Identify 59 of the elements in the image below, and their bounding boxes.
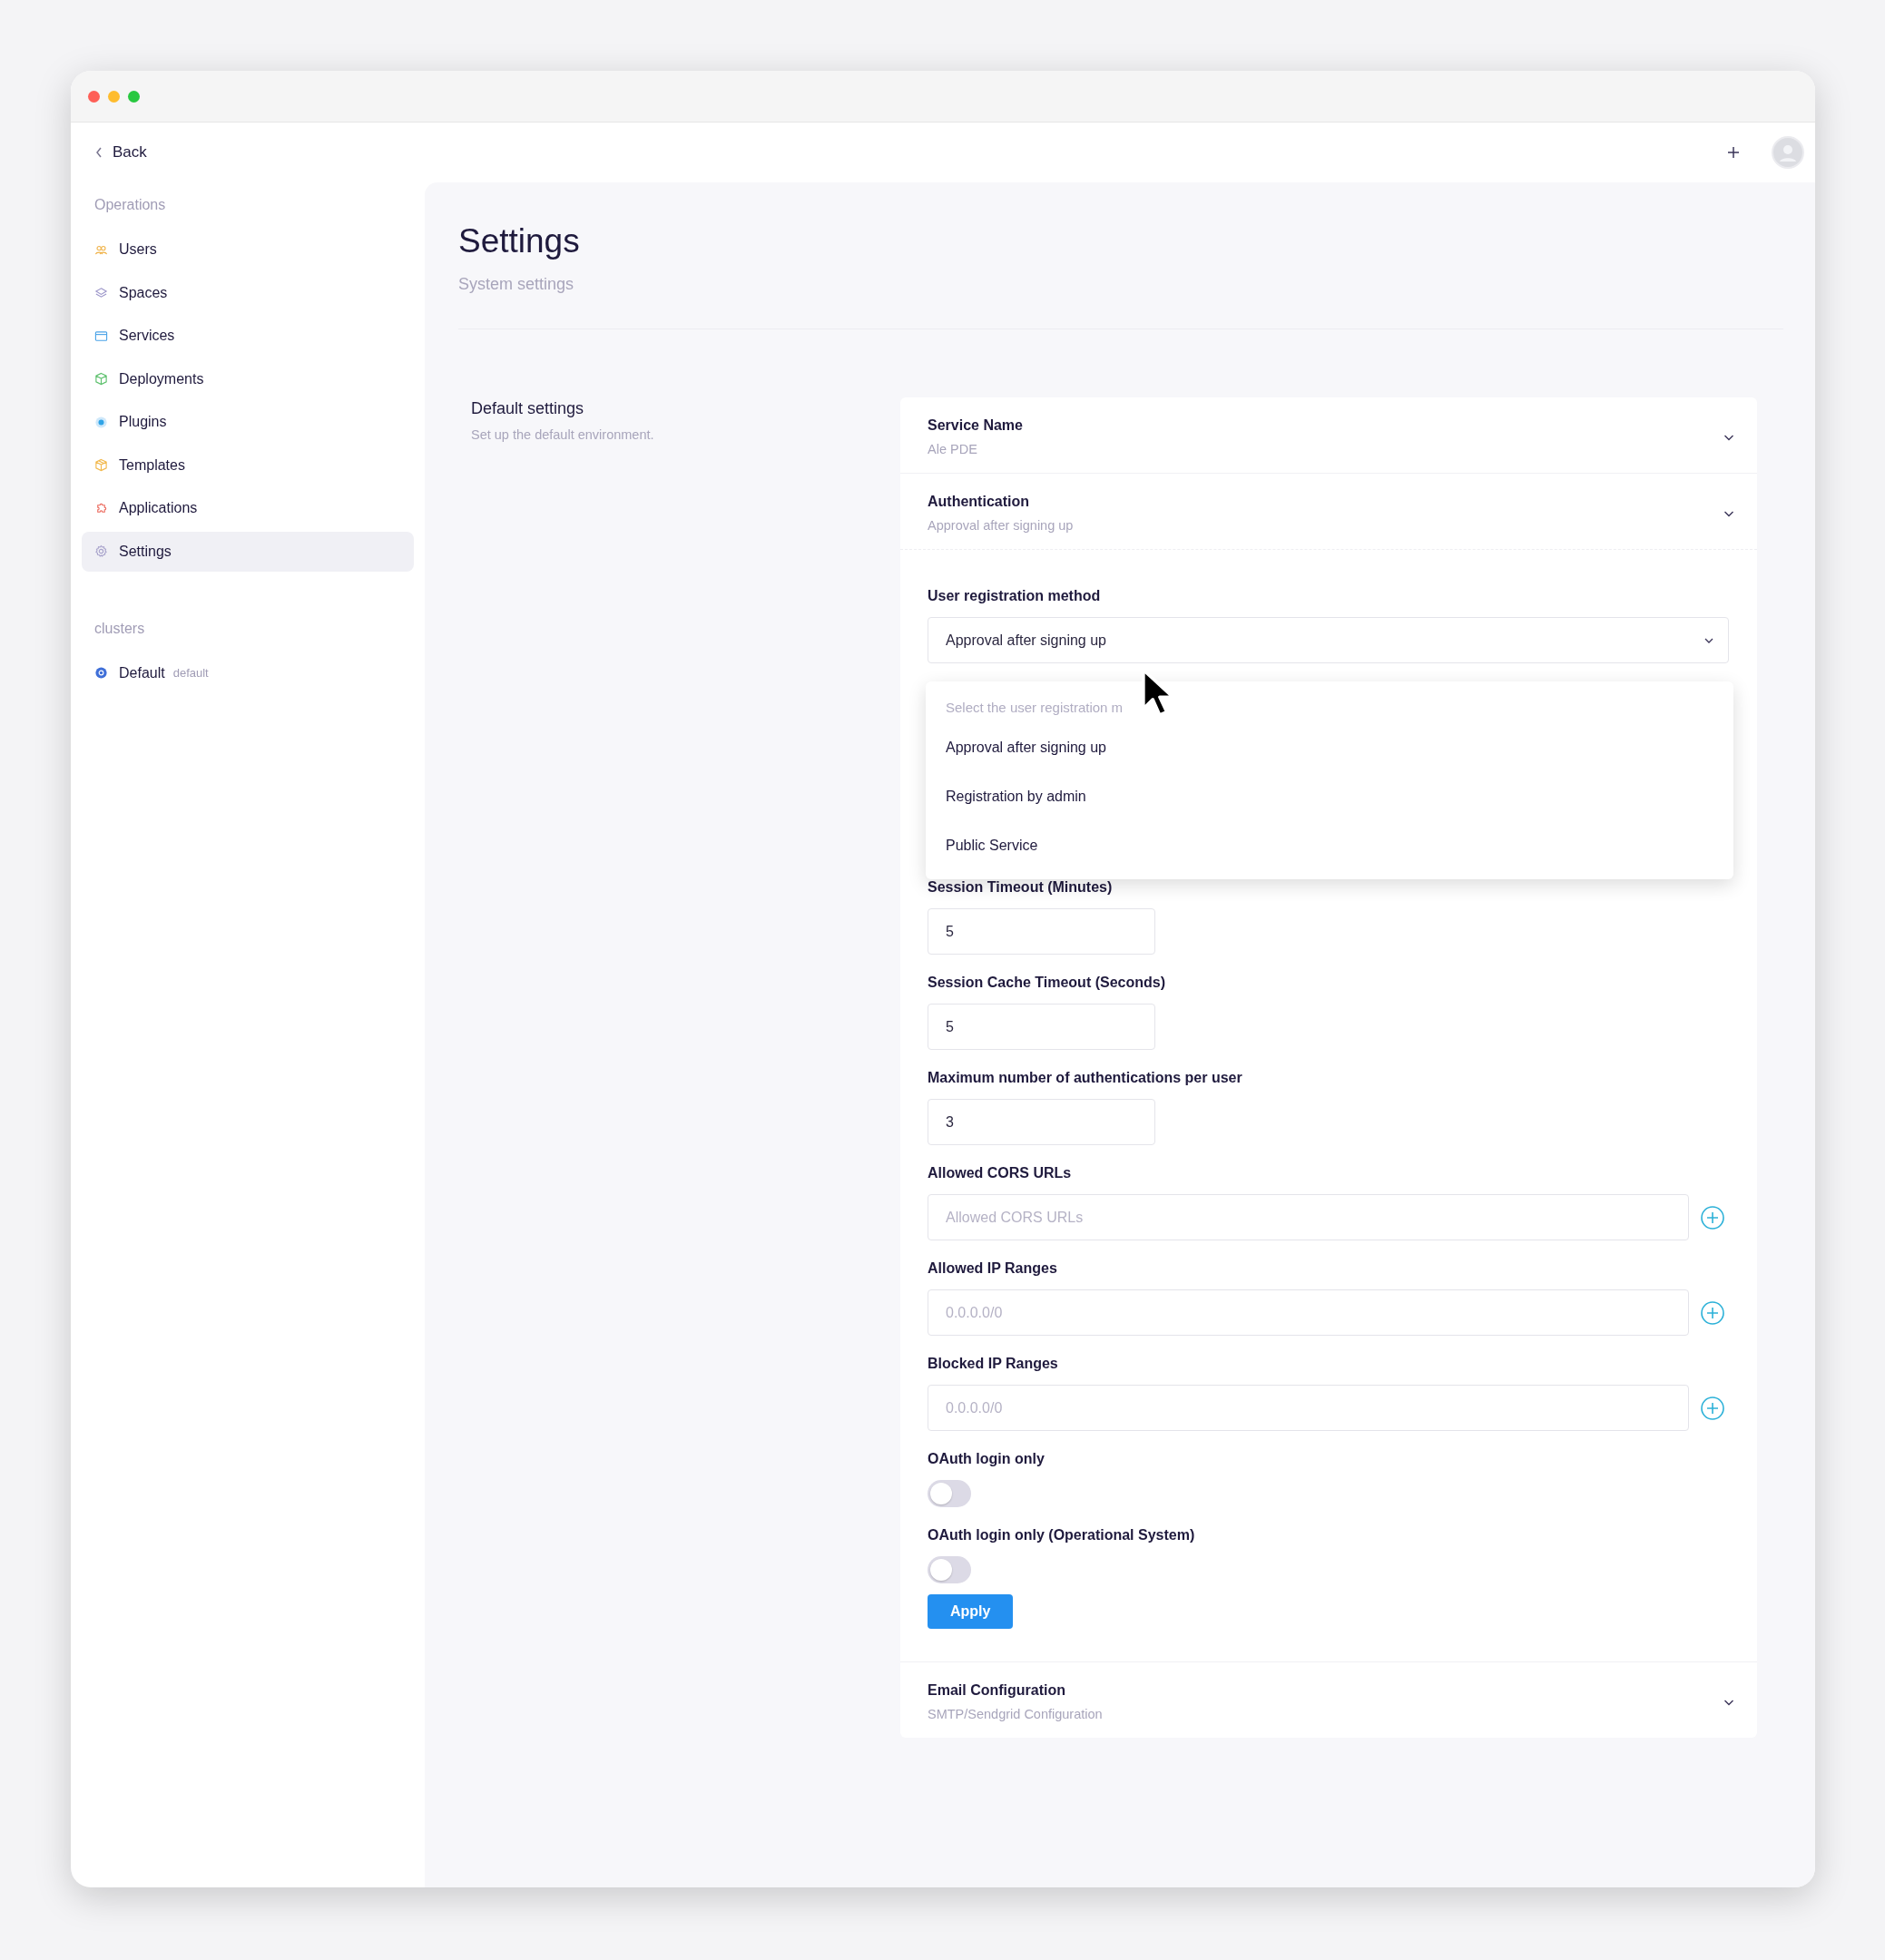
- chevron-left-icon: [94, 145, 103, 160]
- input-field[interactable]: 5: [928, 908, 1155, 955]
- maximize-icon[interactable]: [128, 90, 140, 103]
- cluster-icon: [94, 666, 108, 680]
- registration-select[interactable]: Approval after signing up: [928, 617, 1729, 663]
- input-field[interactable]: 0.0.0.0/0: [928, 1385, 1689, 1431]
- window-icon: [94, 328, 108, 343]
- collapse-header[interactable]: Service Name Ale PDE: [900, 397, 1757, 473]
- plugin-icon: [94, 415, 108, 429]
- sidebar-item[interactable]: Services: [82, 316, 414, 356]
- field-label: Maximum number of authentications per user: [928, 1070, 1243, 1086]
- input-field[interactable]: 5: [928, 1004, 1155, 1050]
- input-field[interactable]: 0.0.0.0/0: [928, 1289, 1689, 1336]
- gear-icon: [94, 544, 108, 558]
- field-label: OAuth login only: [928, 1451, 1046, 1467]
- toggle-switch[interactable]: [928, 1556, 971, 1583]
- collapse-header[interactable]: Email Configuration SMTP/Sendgrid Configuration: [900, 1662, 1757, 1738]
- sidebar-item[interactable]: Deployments: [82, 358, 414, 399]
- dropdown-hint: Select the user registration m: [945, 699, 1124, 717]
- puzzle-icon: [94, 501, 108, 515]
- page-title: Settings: [458, 222, 581, 260]
- field-label: Allowed CORS URLs: [928, 1165, 1073, 1181]
- section-description: Set up the default environment.: [471, 427, 655, 442]
- field-label: OAuth login only (Operational System): [928, 1527, 1196, 1544]
- sidebar-item[interactable]: Templates: [82, 445, 414, 485]
- add-circle-icon[interactable]: [1700, 1204, 1725, 1230]
- close-icon[interactable]: [88, 90, 100, 103]
- sidebar-section-title: Operations: [93, 196, 167, 214]
- cube-icon: [94, 372, 108, 386]
- plus-icon[interactable]: [1726, 145, 1741, 160]
- field-label: User registration method: [928, 588, 1102, 604]
- sidebar-section-title: clusters: [93, 619, 146, 638]
- field-label: Blocked IP Ranges: [928, 1356, 1059, 1372]
- field-label: Allowed IP Ranges: [928, 1260, 1058, 1277]
- section-title: Default settings: [471, 399, 585, 418]
- add-circle-icon[interactable]: [1700, 1299, 1725, 1326]
- sidebar-item[interactable]: Spaces: [82, 272, 414, 313]
- dropdown-option[interactable]: Approval after signing up: [926, 723, 1733, 772]
- sidebar-item[interactable]: Plugins: [82, 402, 414, 442]
- avatar-icon[interactable]: [1772, 136, 1804, 169]
- field-label: Session Cache Timeout (Seconds): [928, 975, 1166, 991]
- sidebar-item[interactable]: Settings: [82, 531, 414, 572]
- page-subtitle: System settings: [458, 275, 575, 294]
- cluster-tag: default: [172, 666, 209, 680]
- input-field[interactable]: Allowed CORS URLs: [928, 1194, 1689, 1240]
- box-icon: [94, 458, 108, 472]
- dropdown-option[interactable]: Public Service: [926, 821, 1733, 870]
- sidebar-item[interactable]: Default default: [82, 652, 414, 693]
- field-label: Session Timeout (Minutes): [928, 879, 1114, 896]
- layers-icon: [94, 286, 108, 299]
- toggle-switch[interactable]: [928, 1480, 971, 1507]
- add-circle-icon[interactable]: [1700, 1395, 1725, 1421]
- sidebar-item[interactable]: Applications: [82, 488, 414, 528]
- back-link[interactable]: Back: [94, 143, 147, 162]
- minimize-icon[interactable]: [108, 90, 120, 103]
- input-field[interactable]: 3: [928, 1099, 1155, 1145]
- dropdown-option[interactable]: Registration by admin: [926, 772, 1733, 821]
- collapse-header[interactable]: Authentication Approval after signing up: [900, 474, 1757, 550]
- sidebar-item[interactable]: Users: [82, 230, 414, 270]
